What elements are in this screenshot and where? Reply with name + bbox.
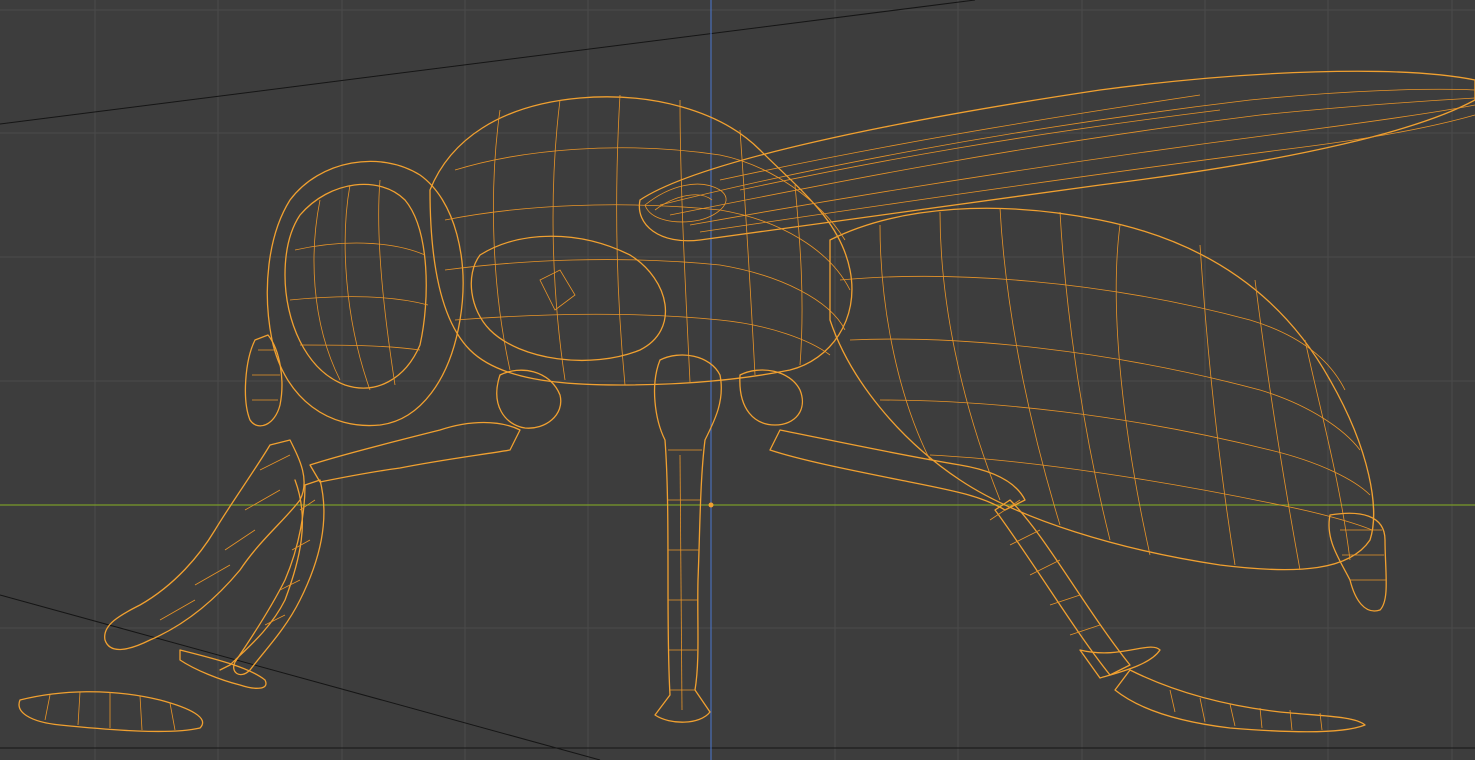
hind-leg-mesh[interactable] bbox=[769, 429, 1366, 733]
object-origin-dot[interactable] bbox=[708, 502, 714, 508]
abdomen-mesh[interactable] bbox=[829, 207, 1387, 612]
wing-mesh[interactable] bbox=[638, 70, 1475, 242]
camera-line bbox=[0, 594, 601, 760]
3d-viewport[interactable] bbox=[0, 0, 1475, 760]
front-inner-leg-mesh[interactable] bbox=[233, 421, 521, 676]
viewport-canvas[interactable] bbox=[0, 0, 1475, 760]
camera-line bbox=[0, 0, 976, 125]
wireframe-fly-model[interactable] bbox=[18, 70, 1475, 733]
viewport-grid bbox=[0, 0, 1475, 760]
thorax-mesh[interactable] bbox=[429, 94, 853, 386]
middle-leg-mesh[interactable] bbox=[496, 354, 803, 723]
front-leg-mesh[interactable] bbox=[18, 439, 305, 733]
